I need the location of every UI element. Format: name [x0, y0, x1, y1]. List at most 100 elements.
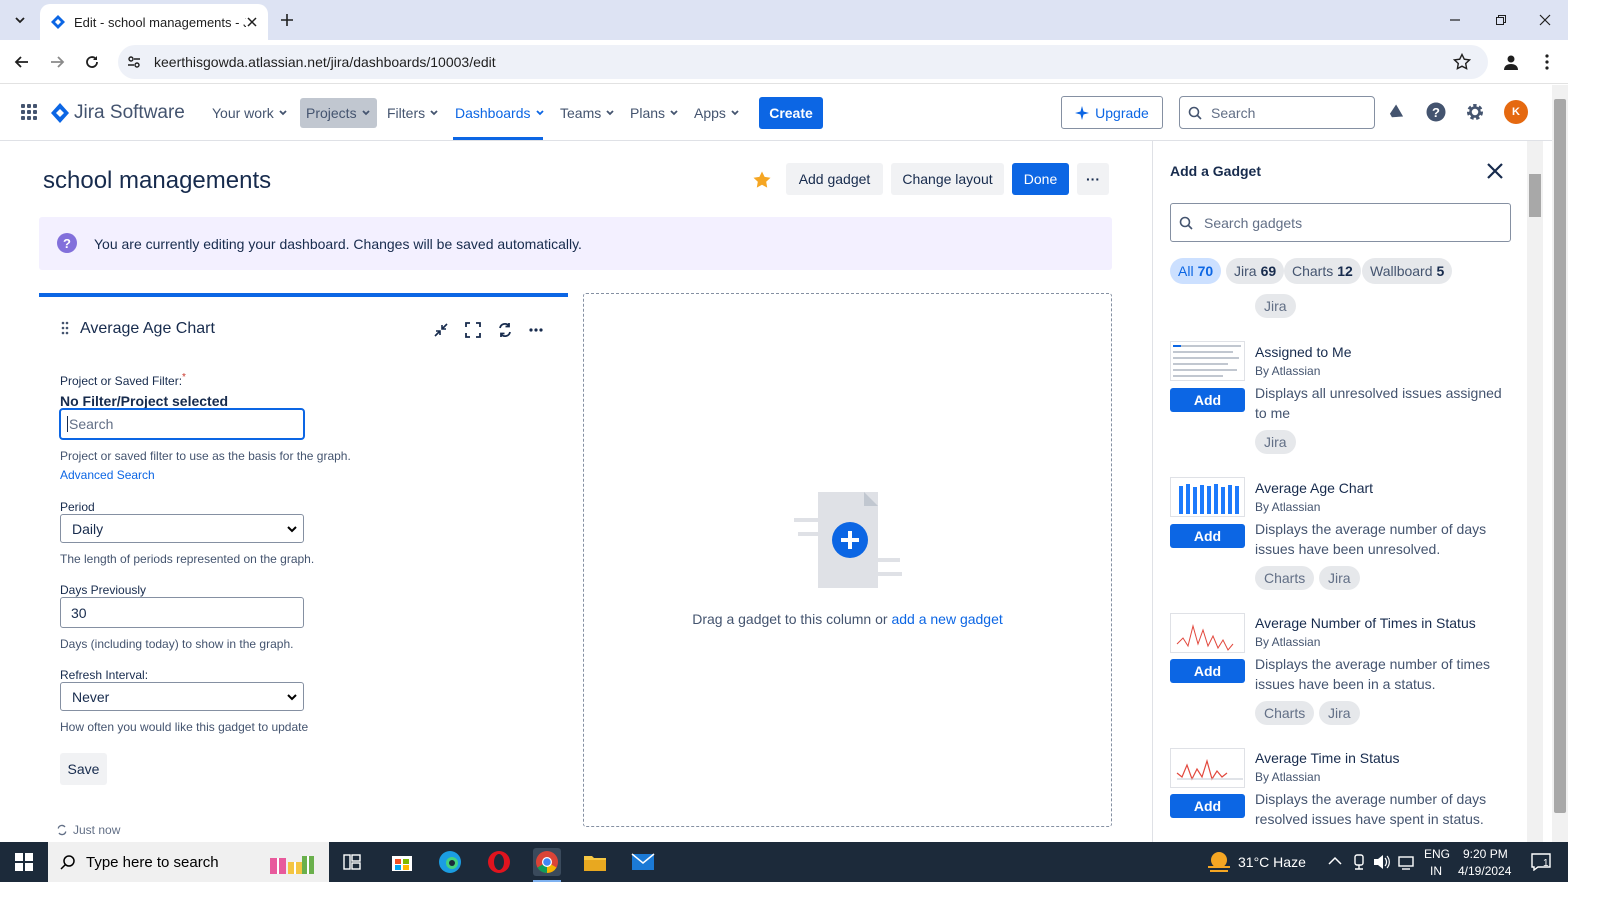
period-select[interactable]: Daily — [60, 514, 304, 543]
save-button[interactable]: Save — [60, 753, 107, 785]
empty-column-dropzone[interactable]: Drag a gadget to this column or add a ne… — [583, 293, 1112, 827]
nav-apps[interactable]: Apps — [688, 98, 746, 128]
mail-icon — [631, 853, 655, 870]
gadget-author: By Atlassian — [1255, 770, 1321, 784]
start-button[interactable] — [10, 848, 38, 876]
jira-logo[interactable]: Jira Software — [51, 102, 185, 124]
panel-scrollbar[interactable] — [1527, 141, 1543, 842]
notifications-button[interactable] — [1385, 100, 1409, 124]
profile-button[interactable] — [1499, 50, 1523, 74]
page-scrollbar[interactable] — [1552, 85, 1568, 842]
advanced-search-link[interactable]: Advanced Search — [60, 468, 155, 482]
filter-chip-charts[interactable]: Charts 12 — [1284, 258, 1361, 284]
gadget-tag[interactable]: Jira — [1319, 701, 1360, 725]
notification-center-button[interactable]: 1 — [1527, 848, 1555, 876]
browser-tab[interactable]: Edit - school managements - Ji — [40, 4, 268, 40]
filter-search-input[interactable]: Search — [59, 408, 305, 440]
fullscreen-icon — [465, 322, 481, 338]
address-bar[interactable]: keerthisgowda.atlassian.net/jira/dashboa… — [118, 45, 1488, 79]
minimize-gadget-button[interactable] — [430, 319, 452, 341]
add-new-gadget-link[interactable]: add a new gadget — [891, 611, 1002, 627]
gadget-tag[interactable]: Charts — [1255, 566, 1315, 590]
add-gadget-panel: Add a Gadget Search gadgets All 70 Jira 69… — [1152, 141, 1552, 842]
filter-chip-jira[interactable]: Jira 69 — [1226, 258, 1285, 284]
file-explorer-app[interactable] — [581, 848, 609, 876]
gadget-more-button[interactable] — [525, 319, 547, 341]
avatar[interactable]: K — [1504, 100, 1528, 124]
restore-button[interactable] — [1478, 0, 1524, 40]
create-button[interactable]: Create — [759, 97, 823, 129]
gadget-author: By Atlassian — [1255, 500, 1321, 514]
filter-chip-all[interactable]: All 70 — [1170, 258, 1222, 284]
active-nav-indicator — [453, 137, 543, 140]
back-button[interactable] — [10, 50, 34, 74]
upgrade-button[interactable]: Upgrade — [1061, 96, 1163, 129]
tab-title: Edit - school managements - Ji — [74, 14, 246, 30]
chevron-up-icon[interactable] — [1328, 856, 1342, 866]
help-button[interactable]: ? — [1424, 100, 1448, 124]
nav-teams[interactable]: Teams — [554, 98, 621, 128]
gadget-tag[interactable]: Charts — [1255, 701, 1315, 725]
weather-widget[interactable] — [1205, 848, 1233, 876]
add-gadget-illustration-icon — [794, 492, 902, 588]
browser-menu-button[interactable] — [1535, 50, 1559, 74]
opera-app[interactable] — [485, 848, 513, 876]
drag-handle-icon[interactable] — [61, 321, 69, 335]
gadget-search-input[interactable]: Search gadgets — [1170, 203, 1511, 242]
url-text: keerthisgowda.atlassian.net/jira/dashboa… — [154, 54, 496, 70]
minimize-button[interactable] — [1432, 0, 1478, 40]
volume-icon[interactable] — [1373, 854, 1391, 870]
meet-now-icon[interactable] — [1352, 854, 1366, 870]
nav-plans[interactable]: Plans — [624, 98, 685, 128]
gadget-tag[interactable]: Jira — [1255, 430, 1296, 454]
close-window-button[interactable] — [1522, 0, 1568, 40]
days-previously-input[interactable]: 30 — [60, 597, 304, 628]
change-layout-button[interactable]: Change layout — [891, 163, 1004, 195]
app-switcher-button[interactable] — [17, 100, 41, 124]
refresh-gadget-button[interactable] — [494, 319, 516, 341]
add-gadget-item-button[interactable]: Add — [1170, 659, 1245, 683]
tab-search-button[interactable] — [8, 8, 32, 32]
filter-chip-wallboard[interactable]: Wallboard 5 — [1362, 258, 1453, 284]
gadget-tag[interactable]: Jira — [1255, 294, 1296, 318]
mail-app[interactable] — [629, 848, 657, 876]
network-icon[interactable] — [1397, 854, 1415, 870]
nav-filters[interactable]: Filters — [381, 98, 445, 128]
site-settings-icon — [128, 56, 140, 68]
more-actions-button[interactable]: ··· — [1077, 163, 1109, 195]
add-gadget-item-button[interactable]: Add — [1170, 794, 1245, 818]
nav-projects[interactable]: Projects — [300, 98, 377, 128]
nav-apps-label: Apps — [694, 105, 726, 121]
chevron-down-icon — [15, 17, 25, 24]
maximize-gadget-button[interactable] — [462, 319, 484, 341]
global-search-input[interactable]: Search — [1179, 96, 1375, 129]
clock-time[interactable]: 9:20 PM — [1463, 847, 1508, 861]
panel-scrollbar-thumb[interactable] — [1529, 174, 1541, 217]
forward-button[interactable] — [45, 50, 69, 74]
add-gadget-item-button[interactable]: Add — [1170, 524, 1245, 548]
star-icon[interactable] — [752, 170, 772, 190]
taskbar-search[interactable]: Type here to search — [48, 842, 329, 882]
add-gadget-button[interactable]: Add gadget — [786, 163, 883, 195]
task-view-button[interactable] — [338, 848, 366, 876]
add-gadget-item-button[interactable]: Add — [1170, 388, 1245, 412]
new-tab-button[interactable] — [276, 8, 298, 32]
chrome-app[interactable] — [533, 848, 561, 876]
nav-dashboards[interactable]: Dashboards — [449, 98, 551, 128]
store-app[interactable] — [388, 848, 416, 876]
filter-search-placeholder: Search — [69, 416, 114, 432]
reload-button[interactable] — [80, 50, 104, 74]
settings-button[interactable] — [1463, 100, 1487, 124]
dropzone-text: Drag a gadget to this column or add a ne… — [584, 611, 1111, 627]
done-button[interactable]: Done — [1012, 163, 1069, 195]
language-code[interactable]: ENG — [1424, 847, 1450, 861]
refresh-interval-select[interactable]: Never — [60, 682, 304, 711]
close-icon[interactable] — [1485, 161, 1505, 181]
bookmark-star-icon[interactable] — [1453, 53, 1471, 71]
edge-app[interactable] — [436, 848, 464, 876]
close-tab-icon[interactable] — [246, 16, 258, 28]
period-value: Daily — [72, 521, 104, 537]
nav-your-work[interactable]: Your work — [206, 98, 294, 128]
page-scrollbar-thumb[interactable] — [1554, 99, 1566, 813]
gadget-tag[interactable]: Jira — [1319, 566, 1360, 590]
